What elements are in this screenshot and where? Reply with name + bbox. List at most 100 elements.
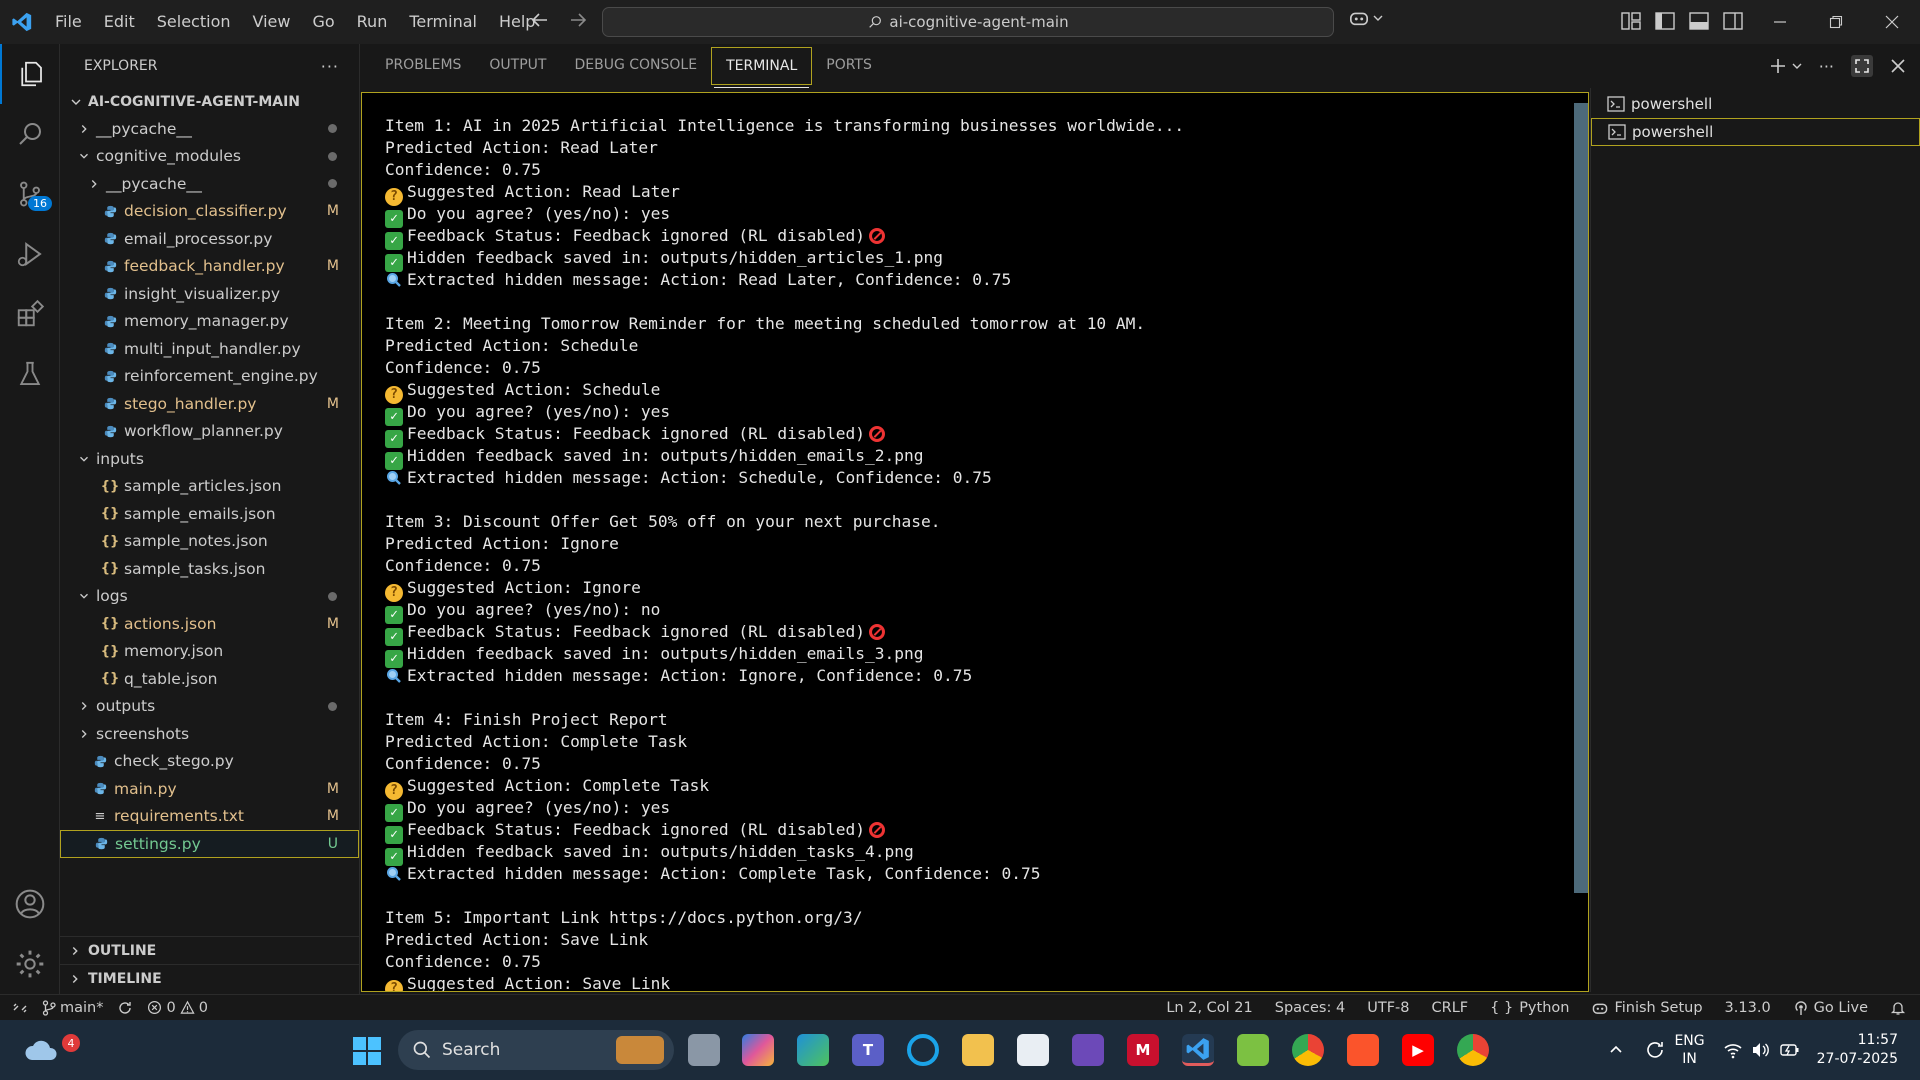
timeline-section[interactable]: TIMELINE: [60, 964, 360, 992]
restore-icon[interactable]: [1808, 0, 1864, 44]
encoding[interactable]: UTF-8: [1367, 1000, 1409, 1016]
menu-edit[interactable]: Edit: [93, 0, 146, 44]
end-of-line[interactable]: CRLF: [1432, 1000, 1469, 1016]
input-language[interactable]: ENG IN: [1674, 1032, 1704, 1068]
toggle-primary-sidebar-icon[interactable]: [1654, 10, 1676, 32]
youtube-icon[interactable]: ▶: [1402, 1034, 1434, 1066]
terminal-scrollbar[interactable]: [1574, 103, 1588, 893]
weather-widget[interactable]: 4: [22, 1030, 80, 1074]
teams-icon[interactable]: T: [852, 1034, 884, 1066]
chevron-up-icon[interactable]: [1608, 1042, 1624, 1058]
volume-icon[interactable]: [1751, 1041, 1771, 1059]
chevron-down-icon[interactable]: [1791, 60, 1803, 72]
file-explorer-icon[interactable]: [962, 1034, 994, 1066]
close-panel-icon[interactable]: [1890, 58, 1906, 74]
folder-item[interactable]: cognitive_modules: [60, 143, 359, 171]
task-view-icon[interactable]: [688, 1034, 720, 1066]
python-version[interactable]: 3.13.0: [1725, 1000, 1771, 1016]
more-actions-icon[interactable]: ···: [321, 57, 339, 76]
taskbar-search[interactable]: Search: [398, 1030, 674, 1070]
wifi-icon[interactable]: [1723, 1041, 1743, 1059]
explorer-icon[interactable]: [0, 44, 60, 104]
start-button[interactable]: [352, 1036, 382, 1070]
terminal-instance[interactable]: powershell: [1591, 118, 1920, 146]
notifications-bell-icon[interactable]: [1890, 1000, 1906, 1016]
tab-ports[interactable]: PORTS: [812, 44, 886, 88]
command-center-search[interactable]: ai-cognitive-agent-main: [602, 7, 1334, 37]
copilot-app-icon[interactable]: [742, 1034, 774, 1066]
folder-item[interactable]: __pycache__: [60, 115, 359, 143]
folder-item[interactable]: screenshots: [60, 720, 359, 748]
menu-run[interactable]: Run: [346, 0, 399, 44]
folder-item[interactable]: __pycache__: [60, 170, 359, 198]
menu-view[interactable]: View: [242, 0, 302, 44]
language-mode[interactable]: { } Python: [1490, 1000, 1569, 1016]
close-icon[interactable]: [1864, 0, 1920, 44]
search-icon[interactable]: [0, 104, 60, 164]
tab-output[interactable]: OUTPUT: [475, 44, 560, 88]
file-item[interactable]: reinforcement_engine.py: [60, 363, 359, 391]
tab-terminal[interactable]: TERMINAL: [711, 47, 813, 88]
go-live[interactable]: Go Live: [1793, 1000, 1868, 1016]
folder-item[interactable]: outputs: [60, 693, 359, 721]
vscode-logo-icon[interactable]: [0, 0, 44, 44]
terminal-instance[interactable]: powershell: [1591, 90, 1920, 118]
file-item[interactable]: {} sample_emails.json: [60, 500, 359, 528]
clipchamp-icon[interactable]: [1072, 1034, 1104, 1066]
file-item[interactable]: ≡ requirements.txt M: [60, 803, 359, 831]
forward-arrow-icon[interactable]: [566, 8, 590, 32]
file-item[interactable]: {} sample_articles.json: [60, 473, 359, 501]
branch-status[interactable]: main*: [42, 1000, 103, 1016]
remote-icon[interactable]: [12, 1000, 28, 1016]
file-item[interactable]: {} sample_notes.json: [60, 528, 359, 556]
vscode-taskbar-icon[interactable]: [1182, 1034, 1214, 1066]
mcafee-icon[interactable]: M: [1127, 1034, 1159, 1066]
copilot-button[interactable]: [1348, 8, 1384, 28]
chrome-profile-icon[interactable]: [1457, 1034, 1489, 1066]
testing-flask-icon[interactable]: [0, 344, 60, 404]
settings-gear-icon[interactable]: [0, 934, 60, 994]
finish-setup[interactable]: Finish Setup: [1591, 1000, 1703, 1016]
more-icon[interactable]: ···: [1819, 57, 1834, 76]
file-item[interactable]: multi_input_handler.py: [60, 335, 359, 363]
run-debug-icon[interactable]: [0, 224, 60, 284]
back-arrow-icon[interactable]: [528, 8, 552, 32]
menu-go[interactable]: Go: [301, 0, 345, 44]
file-item[interactable]: {} q_table.json: [60, 665, 359, 693]
root-folder[interactable]: AI-COGNITIVE-AGENT-MAIN: [60, 88, 359, 115]
toggle-panel-icon[interactable]: [1688, 10, 1710, 32]
maximize-panel-icon[interactable]: [1850, 54, 1874, 78]
notes-app-icon[interactable]: [1237, 1034, 1269, 1066]
source-control-icon[interactable]: 16: [0, 164, 60, 224]
file-item[interactable]: feedback_handler.py M: [60, 253, 359, 281]
battery-icon[interactable]: [1779, 1041, 1801, 1059]
file-item[interactable]: {} memory.json: [60, 638, 359, 666]
file-item[interactable]: memory_manager.py: [60, 308, 359, 336]
cortana-icon[interactable]: [907, 1034, 939, 1066]
customize-layout-icon[interactable]: [1620, 10, 1642, 32]
toggle-secondary-sidebar-icon[interactable]: [1722, 10, 1744, 32]
update-icon[interactable]: [1644, 1039, 1666, 1061]
folder-item[interactable]: logs: [60, 583, 359, 611]
indentation[interactable]: Spaces: 4: [1275, 1000, 1345, 1016]
minimize-icon[interactable]: [1752, 0, 1808, 44]
problems-status[interactable]: 0 0: [147, 1000, 208, 1016]
clock[interactable]: 11:57 27-07-2025: [1817, 1031, 1898, 1069]
chrome-icon[interactable]: [1292, 1034, 1324, 1066]
new-terminal-plus-icon[interactable]: [1769, 57, 1787, 75]
menu-selection[interactable]: Selection: [146, 0, 242, 44]
file-item[interactable]: main.py M: [60, 775, 359, 803]
file-item[interactable]: stego_handler.py M: [60, 390, 359, 418]
file-item[interactable]: insight_visualizer.py: [60, 280, 359, 308]
menu-file[interactable]: File: [44, 0, 93, 44]
tab-debug-console[interactable]: DEBUG CONSOLE: [560, 44, 711, 88]
file-item[interactable]: workflow_planner.py: [60, 418, 359, 446]
account-icon[interactable]: [0, 874, 60, 934]
terminal-output[interactable]: Item 1: AI in 2025 Artificial Intelligen…: [361, 92, 1589, 992]
outline-section[interactable]: OUTLINE: [60, 936, 360, 964]
file-item[interactable]: {} sample_tasks.json: [60, 555, 359, 583]
file-item[interactable]: email_processor.py: [60, 225, 359, 253]
cursor-position[interactable]: Ln 2, Col 21: [1166, 1000, 1252, 1016]
microsoft-store-icon[interactable]: [1017, 1034, 1049, 1066]
extensions-icon[interactable]: [0, 284, 60, 344]
